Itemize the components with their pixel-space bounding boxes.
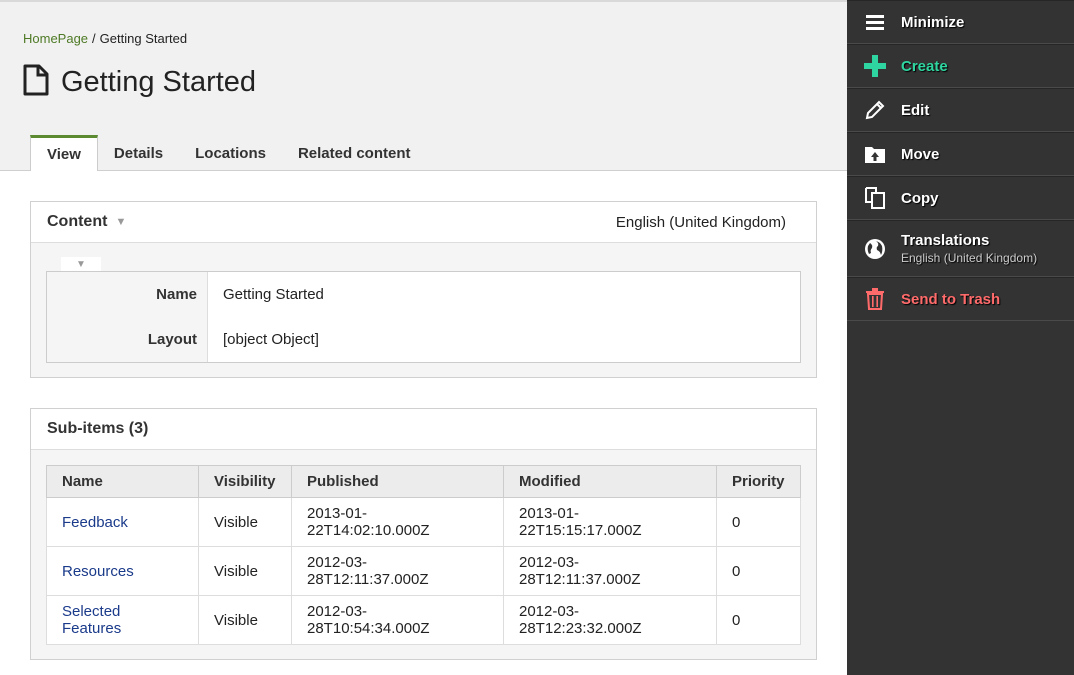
column-header-published[interactable]: Published <box>291 465 504 498</box>
row-modified: 2013-01- 22T15:15:17.000Z <box>503 497 717 547</box>
action-sidebar: Minimize Create Edit Move Copy Translati… <box>847 0 1074 675</box>
create-button[interactable]: Create <box>847 44 1074 88</box>
row-priority: 0 <box>716 546 801 596</box>
content-panel-title: Content <box>47 213 108 230</box>
folder-move-icon <box>864 143 886 165</box>
subitems-table: Name Visibility Published Modified Prior… <box>46 465 801 645</box>
main-area: HomePage / Getting Started Getting Started… <box>0 0 847 675</box>
document-icon <box>23 64 49 100</box>
create-label: Create <box>901 57 948 75</box>
row-priority: 0 <box>716 595 801 645</box>
field-value: [object Object] <box>223 331 319 348</box>
caret-down-icon[interactable]: ▼ <box>115 216 126 228</box>
edit-label: Edit <box>901 101 930 119</box>
tab-locations[interactable]: Locations <box>179 135 282 171</box>
pencil-icon <box>864 99 886 121</box>
copy-label: Copy <box>901 189 939 207</box>
minimize-button[interactable]: Minimize <box>847 0 1074 44</box>
send-to-trash-label: Send to Trash <box>901 290 1001 308</box>
row-modified: 2012-03- 28T12:11:37.000Z <box>503 546 717 596</box>
breadcrumb-home-link[interactable]: HomePage <box>23 31 88 46</box>
tab-view[interactable]: View <box>30 135 98 171</box>
row-name-link[interactable]: Resources <box>46 546 199 596</box>
page-title: Getting Started <box>23 64 256 100</box>
translations-button[interactable]: Translations English (United Kingdom) <box>847 220 1074 277</box>
row-modified: 2012-03- 28T12:23:32.000Z <box>503 595 717 645</box>
row-name-link[interactable]: Selected Features <box>46 595 199 645</box>
hamburger-icon <box>864 11 886 33</box>
row-published: 2013-01- 22T14:02:10.000Z <box>291 497 504 547</box>
field-label: Layout <box>147 331 197 348</box>
subitems-panel: Sub-items (3) Name Visibility Published … <box>30 408 817 660</box>
row-visibility: Visible <box>198 546 292 596</box>
table-header-row: Name Visibility Published Modified Prior… <box>46 465 801 498</box>
translations-text: Translations English (United Kingdom) <box>901 232 1037 265</box>
subitems-title: Sub-items (3) <box>47 420 149 437</box>
field-value: Getting Started <box>223 286 324 303</box>
send-to-trash-button[interactable]: Send to Trash <box>847 277 1074 321</box>
breadcrumb: HomePage / Getting Started <box>23 31 187 46</box>
column-header-modified[interactable]: Modified <box>503 465 717 498</box>
row-visibility: Visible <box>198 595 292 645</box>
tab-related-content[interactable]: Related content <box>282 135 427 171</box>
row-published: 2012-03- 28T10:54:34.000Z <box>291 595 504 645</box>
content-fields: Name Getting Started Layout [object Obje… <box>46 271 801 363</box>
field-row-layout: Layout [object Object] <box>47 331 800 351</box>
tab-bar: View Details Locations Related content <box>30 135 426 171</box>
content-panel: Content ▼ English (United Kingdom) ▼ Nam… <box>30 201 817 378</box>
field-label: Name <box>156 286 197 303</box>
row-published: 2012-03- 28T12:11:37.000Z <box>291 546 504 596</box>
field-row-name: Name Getting Started <box>47 286 800 306</box>
table-row: Selected Features Visible 2012-03- 28T10:5… <box>46 595 801 645</box>
row-name-link[interactable]: Feedback <box>46 497 199 547</box>
tab-details[interactable]: Details <box>98 135 179 171</box>
table-row: Feedback Visible 2013-01- 22T14:02:10.000… <box>46 497 801 547</box>
breadcrumb-current: Getting Started <box>99 31 188 46</box>
minimize-label: Minimize <box>901 13 965 31</box>
row-visibility: Visible <box>198 497 292 547</box>
page-title-text: Getting Started <box>61 65 257 98</box>
translations-label: Translations <box>901 232 990 249</box>
move-label: Move <box>901 145 940 163</box>
edit-button[interactable]: Edit <box>847 88 1074 132</box>
subitems-panel-header: Sub-items (3) <box>31 409 816 450</box>
move-button[interactable]: Move <box>847 132 1074 176</box>
translations-language: English (United Kingdom) <box>901 251 1038 265</box>
column-header-priority[interactable]: Priority <box>716 465 801 498</box>
table-row: Resources Visible 2012-03- 28T12:11:37.00… <box>46 546 801 596</box>
globe-icon <box>864 238 886 260</box>
column-header-visibility[interactable]: Visibility <box>198 465 292 498</box>
content-language: English (United Kingdom) <box>615 213 786 231</box>
row-priority: 0 <box>716 497 801 547</box>
copy-icon <box>864 187 886 209</box>
content-panel-header[interactable]: Content ▼ English (United Kingdom) <box>31 202 816 243</box>
copy-button[interactable]: Copy <box>847 176 1074 220</box>
plus-icon <box>864 55 886 77</box>
trash-icon <box>864 288 886 310</box>
caret-down-icon: ▼ <box>76 259 86 270</box>
breadcrumb-separator: / <box>92 31 96 46</box>
column-header-name[interactable]: Name <box>46 465 199 498</box>
